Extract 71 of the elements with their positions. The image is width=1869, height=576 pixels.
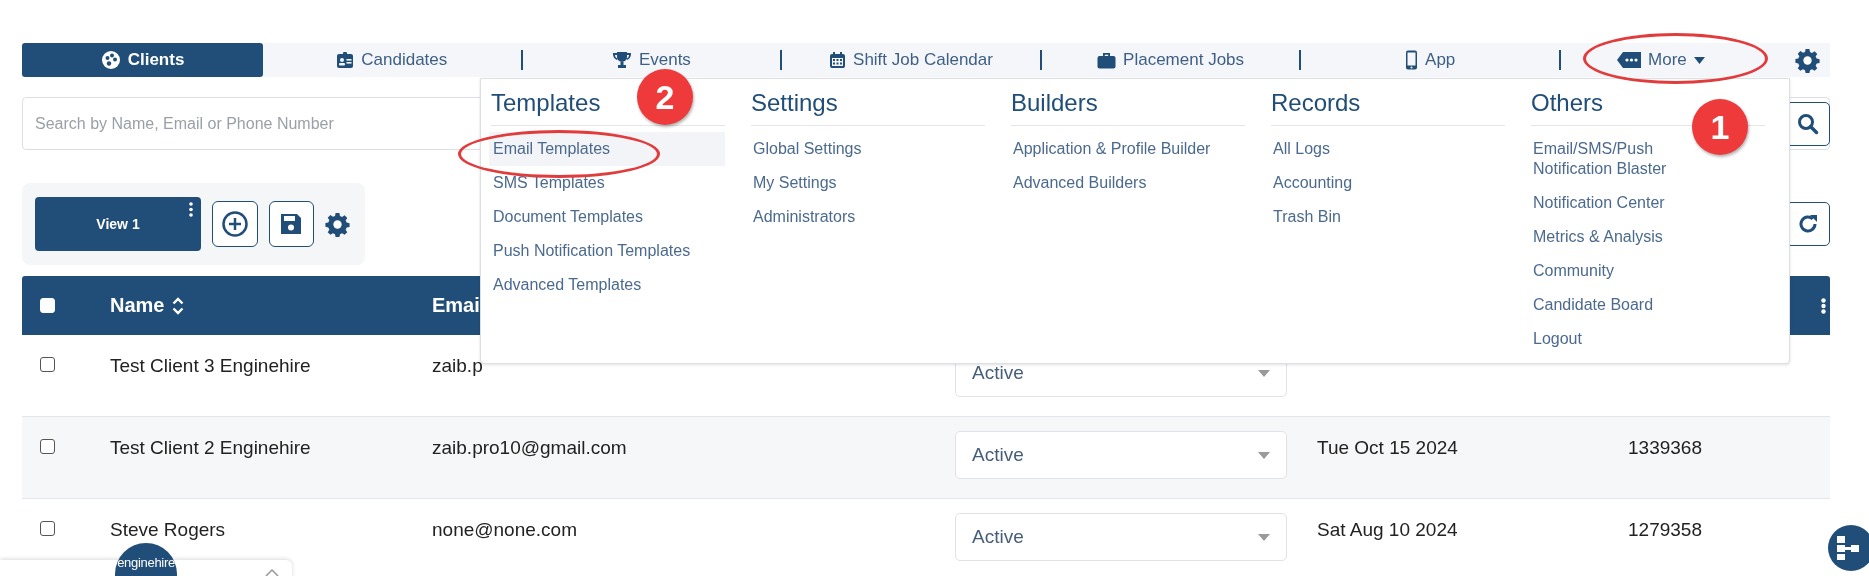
menu-item[interactable]: Application & Profile Builder xyxy=(1009,132,1245,166)
client-id: 1339368 xyxy=(1628,437,1702,458)
kebab-icon xyxy=(189,202,194,217)
mobile-phone-icon xyxy=(1405,50,1419,70)
client-email: none@none.com xyxy=(432,519,577,540)
menu-item[interactable]: Advanced Builders xyxy=(1009,166,1245,200)
status-select[interactable]: Active xyxy=(955,431,1287,479)
id-badge-icon xyxy=(336,51,355,69)
client-name: Steve Rogers xyxy=(110,519,226,540)
select-all-checkbox[interactable] xyxy=(40,298,55,313)
sitemap-icon xyxy=(1836,535,1860,561)
caret-down-icon xyxy=(1693,56,1705,64)
nav-tab[interactable]: App xyxy=(1301,43,1559,77)
created-date: Tue Oct 15 2024 xyxy=(1317,437,1458,458)
menu-item[interactable]: All Logs xyxy=(1269,132,1505,166)
settings-icon xyxy=(325,211,350,237)
help-button[interactable] xyxy=(1828,525,1869,571)
settings-icon xyxy=(1794,47,1820,73)
menu-item[interactable]: Accounting xyxy=(1269,166,1505,200)
menu-section-title: Builders xyxy=(1011,89,1245,126)
menu-item[interactable]: Advanced Templates xyxy=(489,268,725,302)
client-name: Test Client 3 Enginehire xyxy=(110,355,311,376)
caret-down-icon xyxy=(1258,533,1270,541)
more-menu-button[interactable]: More xyxy=(1560,43,1761,77)
save-view-button[interactable] xyxy=(268,201,314,247)
created-date: Sat Aug 10 2024 xyxy=(1317,519,1458,540)
nav-tab[interactable]: Clients xyxy=(22,43,263,77)
menu-item[interactable]: Global Settings xyxy=(749,132,985,166)
calendar-icon xyxy=(829,51,847,69)
search-icon xyxy=(1797,112,1819,135)
caret-down-icon xyxy=(1258,369,1270,377)
menu-item[interactable]: Administrators xyxy=(749,200,985,234)
add-view-button[interactable] xyxy=(212,201,258,247)
nav-tab[interactable]: Candidates xyxy=(263,43,521,77)
menu-item[interactable]: Candidate Board xyxy=(1529,288,1739,322)
row-checkbox[interactable] xyxy=(40,521,55,536)
status-select[interactable]: Active xyxy=(955,513,1287,561)
nav-tab[interactable]: Placement Jobs xyxy=(1041,43,1300,77)
menu-item[interactable]: Logout xyxy=(1529,322,1739,356)
plus-circle-icon xyxy=(221,211,248,237)
menu-item[interactable]: Notification Center xyxy=(1529,186,1739,220)
menu-item[interactable]: Document Templates xyxy=(489,200,725,234)
view-settings-button[interactable] xyxy=(325,211,350,237)
nav-tab[interactable]: Shift Job Calendar xyxy=(782,43,1040,77)
column-menu-icon xyxy=(1821,298,1826,314)
menu-item[interactable]: Metrics & Analysis xyxy=(1529,220,1739,254)
client-name: Test Client 2 Enginehire xyxy=(110,437,311,458)
row-checkbox[interactable] xyxy=(40,439,55,454)
palette-icon xyxy=(100,50,121,70)
menu-item[interactable]: My Settings xyxy=(749,166,985,200)
view-tab[interactable]: View 1 xyxy=(35,197,202,251)
column-header: Name xyxy=(110,294,165,317)
sort-icon xyxy=(172,296,185,315)
menu-item[interactable]: Community xyxy=(1529,254,1739,288)
client-email: zaib.p xyxy=(432,355,483,376)
refresh-icon xyxy=(1797,213,1819,235)
menu-item[interactable]: SMS Templates xyxy=(489,166,725,200)
menu-item[interactable]: Email Templates xyxy=(489,132,725,166)
caret-down-icon xyxy=(1258,451,1270,459)
client-email: zaib.pro10@gmail.com xyxy=(432,437,627,458)
menu-item[interactable]: Push Notification Templates xyxy=(489,234,725,268)
menu-item[interactable]: Trash Bin xyxy=(1269,200,1505,234)
trophy-icon xyxy=(611,51,632,69)
client-id: 1279358 xyxy=(1628,519,1702,540)
briefcase-icon xyxy=(1097,51,1117,69)
menu-section-title: Records xyxy=(1271,89,1505,126)
column-header: Emai xyxy=(432,294,480,317)
row-checkbox[interactable] xyxy=(40,357,55,372)
tag-icon xyxy=(1617,52,1642,68)
settings-button[interactable] xyxy=(1794,47,1820,73)
menu-section-title: Settings xyxy=(751,89,985,126)
